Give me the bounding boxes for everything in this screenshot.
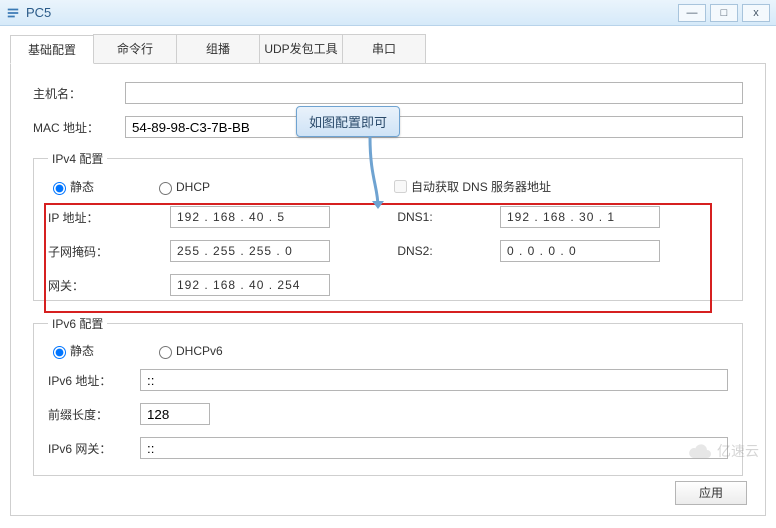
ipv6-static-radio[interactable]: 静态: [48, 342, 94, 359]
tab-cli[interactable]: 命令行: [93, 34, 177, 63]
hostname-label: 主机名：: [33, 85, 125, 102]
mac-input[interactable]: [125, 116, 743, 138]
app-icon: [6, 6, 20, 20]
ipv4-static-radio[interactable]: 静态: [48, 178, 94, 195]
mask-label: 子网掩码：: [48, 243, 140, 260]
mac-label: MAC 地址：: [33, 119, 125, 136]
tab-serial[interactable]: 串口: [342, 34, 426, 63]
ipv4-group: IPv4 配置 静态 DHCP 自动获取 DNS 服务器地址 IP 地址： 19…: [33, 150, 743, 301]
dns1-input[interactable]: 192 . 168 . 30 . 1: [500, 206, 660, 228]
window-title: PC5: [26, 5, 674, 20]
ipv4-legend: IPv4 配置: [48, 150, 107, 167]
maximize-button[interactable]: □: [710, 4, 738, 22]
auto-dns-checkbox[interactable]: 自动获取 DNS 服务器地址: [390, 177, 551, 196]
tab-basic[interactable]: 基础配置: [10, 35, 94, 64]
tabs: 基础配置 命令行 组播 UDP发包工具 串口: [10, 34, 766, 64]
gw-label: 网关：: [48, 277, 140, 294]
ip-input[interactable]: 192 . 168 . 40 . 5: [170, 206, 330, 228]
gw-input[interactable]: 192 . 168 . 40 . 254: [170, 274, 330, 296]
tab-udp[interactable]: UDP发包工具: [259, 34, 343, 63]
ipv6-legend: IPv6 配置: [48, 315, 107, 332]
titlebar: PC5 — □ x: [0, 0, 776, 26]
close-button[interactable]: x: [742, 4, 770, 22]
ipv6-prefix-input[interactable]: [140, 403, 210, 425]
tab-mcast[interactable]: 组播: [176, 34, 260, 63]
dns2-label: DNS2:: [360, 244, 470, 258]
ipv6-gw-input[interactable]: [140, 437, 728, 459]
ipv6-addr-label: IPv6 地址：: [48, 372, 140, 389]
tab-panel-basic: 主机名： MAC 地址： IPv4 配置 静态 DHCP 自动获取 DNS 服务…: [10, 64, 766, 516]
mask-input[interactable]: 255 . 255 . 255 . 0: [170, 240, 330, 262]
apply-button[interactable]: 应用: [675, 481, 747, 505]
cloud-icon: [687, 442, 713, 460]
watermark: 亿速云: [687, 441, 759, 461]
dns1-label: DNS1:: [360, 210, 470, 224]
ipv4-dhcp-radio[interactable]: DHCP: [154, 179, 210, 195]
ipv6-addr-input[interactable]: [140, 369, 728, 391]
ipv6-prefix-label: 前缀长度：: [48, 406, 140, 423]
hostname-input[interactable]: [125, 82, 743, 104]
ipv6-dhcp-radio[interactable]: DHCPv6: [154, 343, 223, 359]
ip-label: IP 地址：: [48, 209, 140, 226]
content-area: 基础配置 命令行 组播 UDP发包工具 串口 主机名： MAC 地址： IPv4…: [0, 26, 776, 522]
ipv6-group: IPv6 配置 静态 DHCPv6 IPv6 地址： 前缀长度： IPv6 网关…: [33, 315, 743, 476]
dns2-input[interactable]: 0 . 0 . 0 . 0: [500, 240, 660, 262]
minimize-button[interactable]: —: [678, 4, 706, 22]
ipv6-gw-label: IPv6 网关：: [48, 440, 140, 457]
